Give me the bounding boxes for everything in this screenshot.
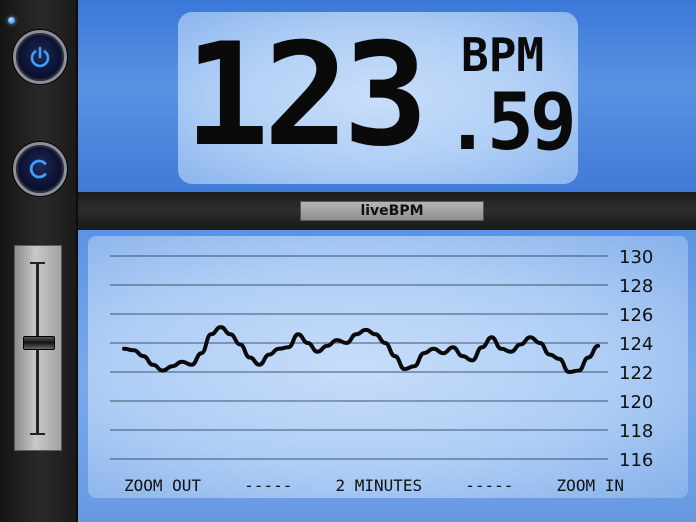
- bpm-data-point: [249, 357, 251, 358]
- bpm-data-point: [433, 348, 435, 350]
- bpm-data-point: [336, 339, 338, 341]
- bpm-data-point: [481, 346, 483, 348]
- y-tick-label: 130: [619, 247, 653, 268]
- bpm-data-point: [491, 336, 493, 338]
- power-button[interactable]: [13, 30, 67, 84]
- bpm-data-point: [123, 348, 125, 350]
- bpm-data-point: [413, 365, 415, 367]
- bpm-data-point: [133, 349, 135, 351]
- bpm-unit-label: BPM: [461, 28, 545, 82]
- bpm-data-point: [171, 365, 173, 367]
- bpm-data-point: [152, 364, 154, 366]
- bpm-data-point: [278, 348, 280, 350]
- bpm-data-point: [462, 355, 464, 357]
- status-led-icon: [8, 17, 15, 24]
- bpm-decimal-value: .59: [444, 78, 577, 168]
- reset-c-icon: [29, 159, 47, 179]
- y-tick-label: 116: [619, 450, 653, 471]
- bpm-data-point: [510, 351, 512, 353]
- bpm-data-point: [578, 370, 580, 372]
- bpm-readout-panel: 123 BPM .59: [78, 0, 696, 192]
- bpm-data-point: [297, 333, 299, 335]
- zoom-bar: ZOOM OUT ----- 2 MINUTES ----- ZOOM IN: [124, 476, 624, 495]
- bpm-data-point: [529, 336, 531, 338]
- zoom-dashes-right: -----: [465, 476, 514, 495]
- bpm-data-point: [287, 346, 289, 348]
- bpm-data-point: [384, 342, 386, 344]
- bpm-data-point: [375, 333, 376, 335]
- bpm-data-point: [229, 333, 231, 335]
- y-tick-label: 120: [619, 392, 653, 413]
- app-name-label: liveBPM: [300, 201, 484, 221]
- bpm-data-point: [568, 371, 570, 373]
- bpm-integer-value: 123: [184, 13, 428, 178]
- bpm-data-point: [597, 345, 599, 347]
- bpm-data-point: [239, 343, 241, 345]
- sensitivity-slider[interactable]: [14, 245, 62, 451]
- bpm-data-point: [365, 329, 367, 331]
- bpm-data-point: [423, 352, 425, 354]
- zoom-in-button[interactable]: ZOOM IN: [557, 476, 624, 495]
- bpm-data-point: [394, 355, 396, 357]
- bpm-data-point: [210, 333, 212, 335]
- bpm-data-point: [587, 357, 589, 358]
- bpm-data-point: [268, 354, 270, 356]
- bpm-data-point: [520, 343, 522, 345]
- bpm-data-point: [346, 342, 347, 344]
- bpm-data-point: [355, 333, 357, 335]
- bpm-data-point: [317, 351, 318, 353]
- bpm-data-point: [142, 355, 144, 357]
- bpm-data-point: [307, 342, 309, 344]
- zoom-out-button[interactable]: ZOOM OUT: [124, 476, 201, 495]
- y-tick-label: 122: [619, 363, 653, 384]
- time-window-label: 2 MINUTES: [335, 476, 423, 495]
- bpm-data-point: [558, 358, 560, 360]
- y-tick-label: 126: [619, 305, 653, 326]
- bpm-data-point: [258, 364, 260, 366]
- bpm-data-point: [442, 352, 444, 354]
- y-tick-label: 118: [619, 421, 653, 442]
- bpm-data-point: [220, 326, 222, 328]
- clear-reset-button[interactable]: [13, 142, 67, 196]
- slider-bottom-cap: [30, 433, 45, 435]
- y-tick-label: 124: [619, 334, 653, 355]
- bpm-data-point: [471, 359, 473, 361]
- bpm-data-point: [191, 364, 193, 366]
- title-divider-bar: liveBPM: [78, 192, 696, 228]
- slider-thumb[interactable]: [23, 336, 55, 351]
- bpm-series-line: [122, 325, 600, 374]
- control-strip: [0, 0, 78, 522]
- bpm-data-point: [549, 354, 551, 356]
- bpm-data-point: [200, 352, 202, 354]
- y-tick-label: 128: [619, 276, 653, 297]
- bpm-data-point: [500, 348, 502, 350]
- bpm-data-point: [326, 345, 328, 347]
- bpm-data-point: [404, 368, 405, 370]
- power-icon: [30, 46, 50, 68]
- bpm-data-point: [452, 346, 454, 348]
- bpm-history-panel: 130 128 126 124 122 120 118 116 ZOOM OUT ----- …: [78, 230, 696, 522]
- zoom-dashes-left: -----: [244, 476, 293, 495]
- bpm-data-point: [181, 361, 183, 363]
- bpm-data-point: [162, 370, 164, 372]
- bpm-data-point: [539, 342, 541, 344]
